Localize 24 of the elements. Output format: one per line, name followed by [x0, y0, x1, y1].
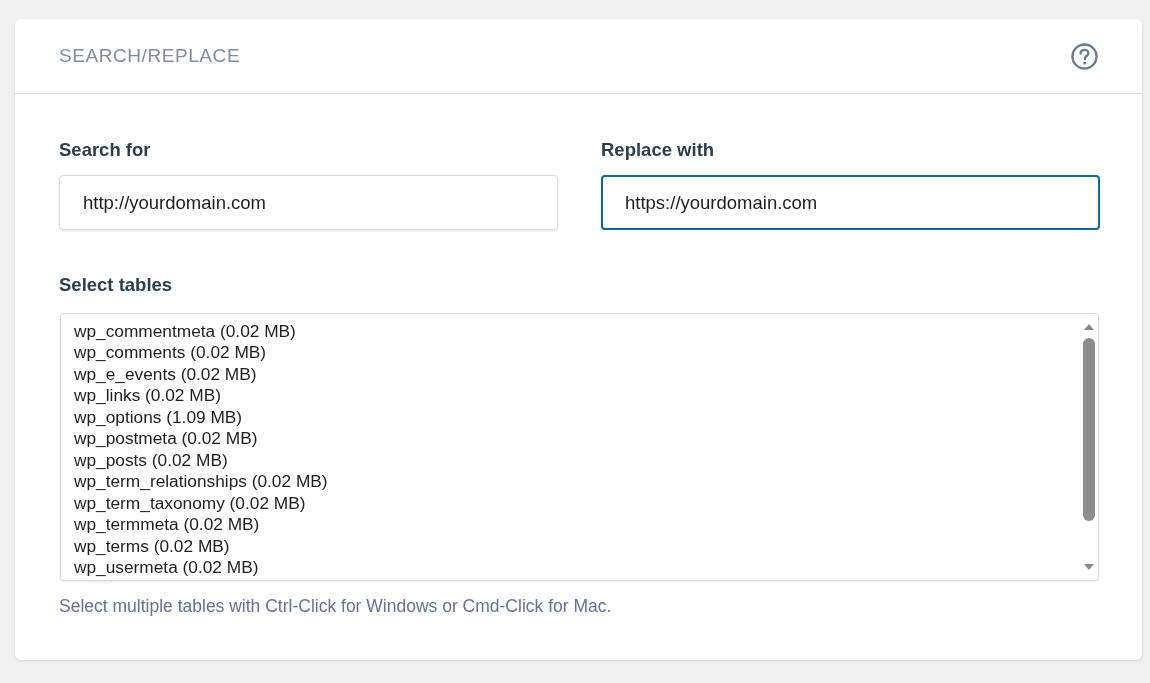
field-label: Select tables [59, 274, 173, 295]
table-option[interactable]: wp_links (0.02 MB) [74, 385, 221, 406]
table-option[interactable]: wp_term_relationships (0.02 MB) [74, 471, 328, 492]
table-option[interactable]: wp_comments (0.02 MB) [74, 342, 267, 363]
field-label: Replace with [601, 139, 715, 160]
scroll-up-icon[interactable] [1083, 324, 1094, 330]
tables-listbox[interactable] [60, 313, 1099, 581]
table-option[interactable]: wp_posts (0.02 MB) [74, 449, 228, 470]
text-input[interactable]: https://yourdomain.com [601, 175, 1100, 230]
table-option[interactable]: wp_terms (0.02 MB) [74, 535, 230, 556]
help-icon[interactable] [1071, 42, 1098, 70]
table-option[interactable]: wp_options (1.09 MB) [74, 406, 243, 427]
table-option[interactable]: wp_usermeta (0.02 MB) [74, 557, 259, 578]
scrollbar-thumb[interactable] [1082, 338, 1095, 521]
table-option[interactable]: wp_term_taxonomy (0.02 MB) [74, 492, 306, 513]
table-option[interactable]: wp_postmeta (0.02 MB) [74, 428, 258, 449]
scroll-down-icon[interactable] [1083, 564, 1094, 570]
table-option[interactable]: wp_termmeta (0.02 MB) [74, 514, 260, 535]
field-label: Search for [59, 139, 151, 160]
panel-title: SEARCH/REPLACE [59, 43, 241, 68]
table-option[interactable]: wp_e_events (0.02 MB) [74, 363, 257, 384]
text-input[interactable]: http://yourdomain.com [59, 175, 558, 230]
table-option[interactable]: wp_commentmeta (0.02 MB) [74, 320, 296, 341]
help-text: Select multiple tables with Ctrl-Click for Windows or Cmd-Click for Mac. [59, 596, 612, 616]
